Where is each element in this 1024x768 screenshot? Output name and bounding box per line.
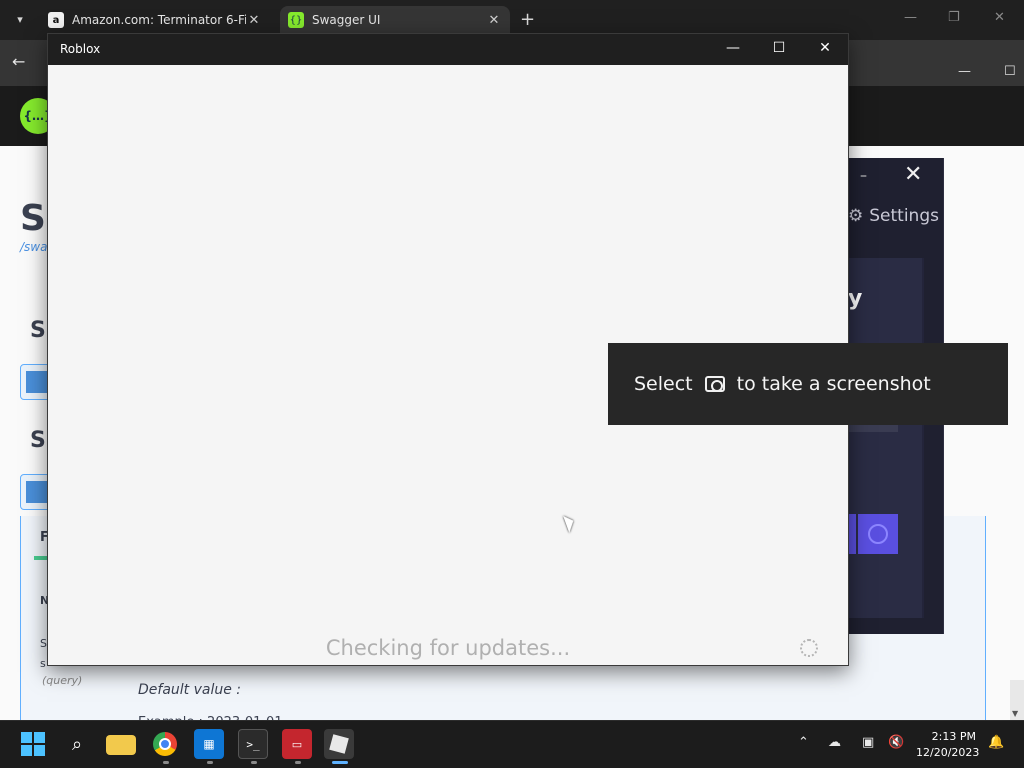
clock[interactable]: 2:13 PM 12/20/2023 [916, 729, 980, 761]
spinner-icon [800, 639, 818, 657]
camera-icon [704, 376, 725, 392]
roblox-icon [329, 734, 349, 754]
minimize-icon[interactable]: – [860, 168, 867, 184]
scrollbar[interactable]: ▼ [1010, 680, 1024, 720]
section-heading: S [30, 318, 46, 343]
tab-title: Amazon.com: Terminator 6-Film [72, 13, 246, 27]
date-label: 12/20/2023 [916, 746, 980, 759]
maximize-icon[interactable]: ☐ [769, 40, 789, 56]
microsoft-store-icon[interactable]: ▦ [194, 729, 224, 759]
swagger-icon: {} [288, 12, 304, 28]
start-button[interactable] [18, 729, 48, 759]
minimize-icon[interactable]: — [958, 64, 971, 79]
time-label: 2:13 PM [931, 730, 976, 743]
notification-bell-icon[interactable]: 🔔 [988, 735, 1004, 750]
param-location: (query) [42, 674, 83, 687]
roblox-title-bar[interactable]: Roblox — ☐ ✕ [48, 34, 848, 65]
dialog-button[interactable] [848, 514, 856, 554]
close-icon[interactable]: ✕ [815, 40, 835, 56]
volume-muted-icon[interactable]: 🔇 [888, 735, 904, 750]
active-indicator [332, 761, 348, 764]
tab-search-icon[interactable]: ▾ [8, 8, 32, 32]
terminal-icon[interactable]: >_ [238, 729, 268, 759]
page-title: S [20, 198, 46, 239]
network-icon[interactable]: ▣ [862, 735, 874, 750]
amazon-icon: a [48, 12, 64, 28]
update-status: Checking for updates... [325, 636, 571, 660]
running-indicator [163, 761, 169, 764]
toast-suffix: to take a screenshot [736, 373, 931, 395]
gear-icon: ⚙ [848, 206, 864, 226]
chevron-up-icon[interactable]: ⌃ [798, 735, 809, 750]
loading-button[interactable] [858, 514, 898, 554]
running-indicator [207, 761, 213, 764]
settings-button[interactable]: ⚙ Settings [848, 202, 939, 230]
file-explorer-icon[interactable] [106, 735, 136, 755]
close-tab-icon[interactable]: ✕ [246, 13, 262, 28]
settings-label: Settings [869, 206, 939, 226]
section-heading: S [30, 428, 46, 453]
running-indicator [295, 761, 301, 764]
tab-amazon[interactable]: a Amazon.com: Terminator 6-Film ✕ [40, 6, 270, 34]
close-icon[interactable]: ✕ [904, 162, 922, 187]
default-value-label: Default value : [138, 682, 242, 698]
running-indicator [251, 761, 257, 764]
windows-logo-icon [21, 732, 45, 756]
scroll-down-icon[interactable]: ▼ [1012, 709, 1018, 718]
dialog-heading: y [848, 286, 863, 311]
tab-title: Swagger UI [312, 13, 381, 27]
screenshot-hint-toast: Select to take a screenshot [608, 343, 1008, 425]
window-title: Roblox [60, 42, 101, 56]
onedrive-icon[interactable]: ☁ [828, 735, 841, 750]
taskbar: ⌕ ▦ >_ ▭ ⌃ ☁ ▣ 🔇 2:13 PM 12/20/2023 🔔 [0, 720, 1024, 768]
back-arrow-icon[interactable]: ← [12, 52, 25, 71]
dialog-content: y [848, 258, 924, 618]
search-icon[interactable]: ⌕ [62, 729, 92, 759]
new-tab-button[interactable]: + [520, 10, 535, 30]
tab-swagger[interactable]: {} Swagger UI ✕ [280, 6, 510, 34]
chrome-icon[interactable] [150, 729, 180, 759]
remote-desktop-icon[interactable]: ▭ [282, 729, 312, 759]
restore-icon[interactable]: ❐ [948, 10, 960, 25]
param-name: S s [40, 637, 47, 670]
close-tab-icon[interactable]: ✕ [486, 13, 502, 28]
minimize-icon[interactable]: — [723, 40, 743, 56]
maximize-icon[interactable]: ☐ [1004, 64, 1016, 79]
close-icon[interactable]: ✕ [994, 10, 1005, 25]
roblox-taskbar-button[interactable] [324, 729, 354, 759]
toast-prefix: Select [634, 373, 693, 395]
minimize-icon[interactable]: — [904, 10, 917, 25]
spinner-icon [868, 524, 888, 544]
